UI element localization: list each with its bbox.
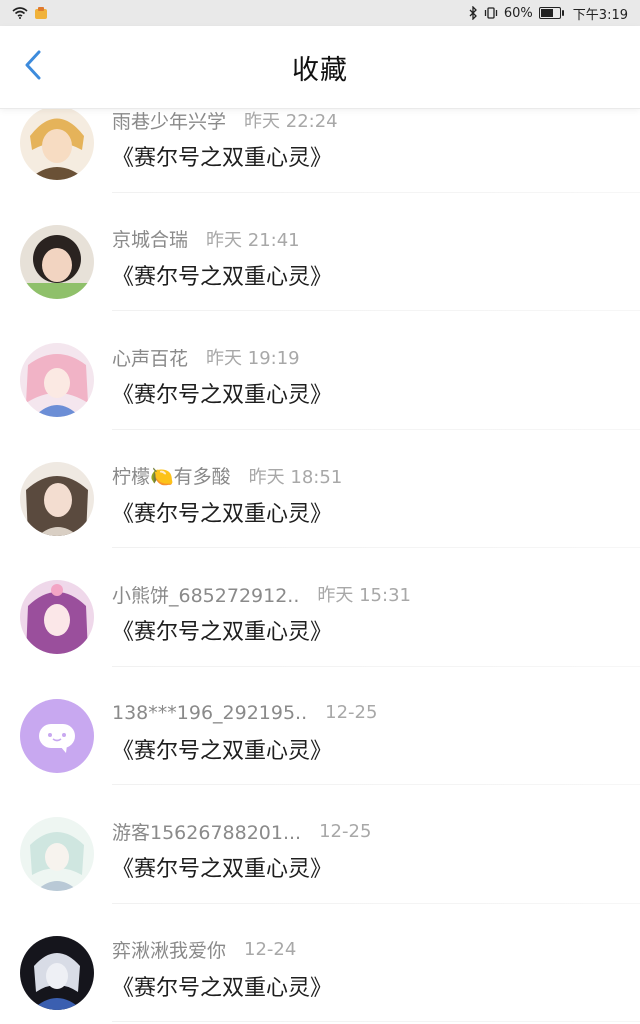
item-content: 雨巷少年兴学 昨天 22:24 《赛尔号之双重心灵》 bbox=[112, 106, 338, 172]
username: 小熊饼_685272912.. bbox=[112, 584, 300, 607]
status-bar-left bbox=[12, 6, 48, 20]
story-title: 《赛尔号之双重心灵》 bbox=[112, 383, 333, 408]
list-item[interactable]: 138***196_292195.. 12-25 《赛尔号之双重心灵》 bbox=[0, 667, 640, 786]
timestamp: 昨天 21:41 bbox=[206, 229, 300, 251]
status-time: 下午3:19 bbox=[572, 7, 628, 23]
battery-percent: 60% bbox=[503, 5, 533, 21]
username: 138***196_292195.. bbox=[112, 701, 308, 724]
app-notification-icon bbox=[34, 6, 48, 20]
item-content: 138***196_292195.. 12-25 《赛尔号之双重心灵》 bbox=[112, 699, 377, 765]
item-content: 弈湫湫我爱你 12-24 《赛尔号之双重心灵》 bbox=[112, 936, 332, 1002]
item-meta: 138***196_292195.. 12-25 bbox=[112, 699, 377, 727]
timestamp: 12-24 bbox=[244, 939, 297, 960]
list-item[interactable]: 京城合瑞 昨天 21:41 《赛尔号之双重心灵》 bbox=[0, 193, 640, 312]
chevron-left-icon bbox=[24, 50, 42, 84]
header-bar: 收藏 bbox=[0, 26, 640, 109]
avatar[interactable] bbox=[20, 343, 94, 417]
story-title: 《赛尔号之双重心灵》 bbox=[112, 620, 333, 645]
item-content: 小熊饼_685272912.. 昨天 15:31 《赛尔号之双重心灵》 bbox=[112, 580, 411, 646]
username: 游客15626788201... bbox=[112, 821, 302, 844]
avatar[interactable] bbox=[20, 461, 94, 536]
default-avatar[interactable] bbox=[20, 698, 94, 773]
story-title: 《赛尔号之双重心灵》 bbox=[112, 146, 333, 171]
item-meta: 京城合瑞 昨天 21:41 bbox=[112, 225, 332, 253]
list-item[interactable]: 柠檬🍋有多酸 昨天 18:51 《赛尔号之双重心灵》 bbox=[0, 430, 640, 549]
status-bar: 60% 下午3:19 bbox=[0, 0, 640, 26]
item-content: 京城合瑞 昨天 21:41 《赛尔号之双重心灵》 bbox=[112, 225, 332, 291]
story-title: 《赛尔号之双重心灵》 bbox=[112, 264, 333, 290]
username: 雨巷少年兴学 bbox=[112, 110, 227, 133]
story-title: 《赛尔号之双重心灵》 bbox=[112, 501, 333, 527]
timestamp: 昨天 15:31 bbox=[317, 585, 411, 606]
vibrate-icon bbox=[484, 7, 498, 19]
avatar[interactable] bbox=[20, 106, 94, 180]
list-item[interactable]: 心声百花 昨天 19:19 《赛尔号之双重心灵》 bbox=[0, 311, 640, 430]
item-meta: 雨巷少年兴学 昨天 22:24 bbox=[112, 106, 338, 134]
avatar[interactable] bbox=[20, 817, 94, 891]
list-item[interactable]: 弈湫湫我爱你 12-24 《赛尔号之双重心灵》 bbox=[0, 904, 640, 1023]
status-bar-right: 60% 下午3:19 bbox=[469, 4, 628, 23]
timestamp: 昨天 18:51 bbox=[248, 466, 343, 488]
username: 柠檬🍋有多酸 bbox=[112, 466, 231, 488]
list-item[interactable]: 小熊饼_685272912.. 昨天 15:31 《赛尔号之双重心灵》 bbox=[0, 548, 640, 667]
item-content: 柠檬🍋有多酸 昨天 18:51 《赛尔号之双重心灵》 bbox=[112, 462, 342, 528]
story-title: 《赛尔号之双重心灵》 bbox=[112, 975, 333, 1001]
avatar[interactable] bbox=[20, 580, 94, 654]
item-meta: 游客15626788201... 12-25 bbox=[112, 817, 371, 845]
list-item[interactable]: 游客15626788201... 12-25 《赛尔号之双重心灵》 bbox=[0, 785, 640, 904]
username: 心声百花 bbox=[112, 347, 189, 370]
item-meta: 柠檬🍋有多酸 昨天 18:51 bbox=[112, 462, 342, 490]
story-title: 《赛尔号之双重心灵》 bbox=[112, 738, 333, 764]
wifi-icon bbox=[12, 7, 28, 19]
timestamp: 昨天 19:19 bbox=[206, 348, 300, 369]
avatar[interactable] bbox=[20, 935, 94, 1010]
battery-icon bbox=[538, 7, 564, 19]
item-content: 心声百花 昨天 19:19 《赛尔号之双重心灵》 bbox=[112, 343, 332, 409]
username: 弈湫湫我爱你 bbox=[112, 940, 227, 962]
back-button[interactable] bbox=[18, 50, 48, 84]
item-content: 游客15626788201... 12-25 《赛尔号之双重心灵》 bbox=[112, 817, 371, 883]
item-meta: 心声百花 昨天 19:19 bbox=[112, 343, 332, 371]
bluetooth-icon bbox=[469, 6, 478, 20]
item-meta: 小熊饼_685272912.. 昨天 15:31 bbox=[112, 580, 411, 608]
favorites-list[interactable]: 雨巷少年兴学 昨天 22:24 《赛尔号之双重心灵》 京城合瑞 昨天 21:41… bbox=[0, 74, 640, 1024]
timestamp: 12-25 bbox=[319, 820, 372, 842]
page-title: 收藏 bbox=[292, 54, 348, 86]
username: 京城合瑞 bbox=[112, 229, 189, 251]
timestamp: 昨天 22:24 bbox=[244, 111, 338, 132]
avatar[interactable] bbox=[20, 224, 94, 299]
story-title: 《赛尔号之双重心灵》 bbox=[112, 857, 333, 882]
timestamp: 12-25 bbox=[325, 702, 378, 723]
item-meta: 弈湫湫我爱你 12-24 bbox=[112, 936, 332, 964]
